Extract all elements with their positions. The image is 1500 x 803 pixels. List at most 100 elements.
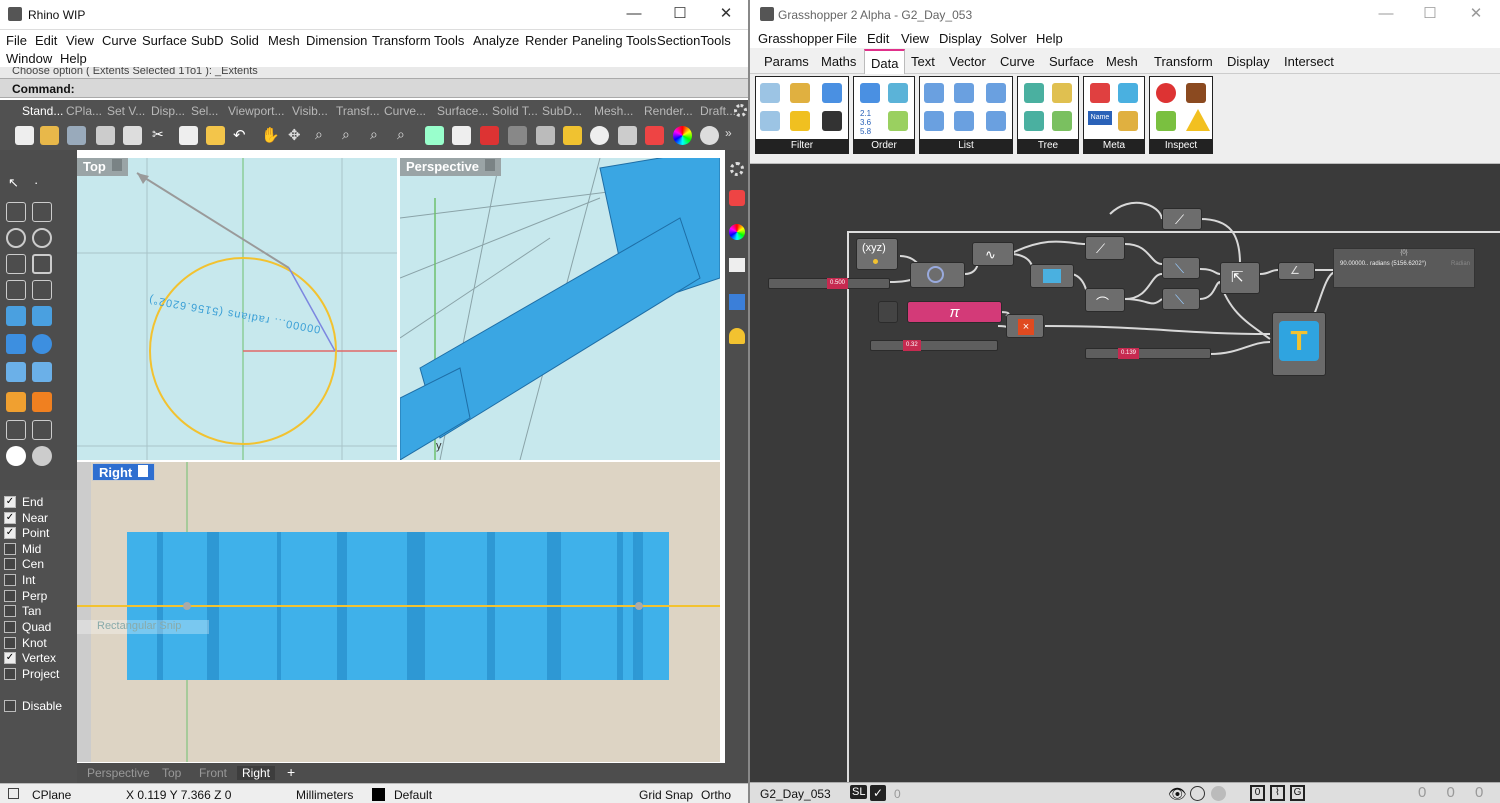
zero-toggle-icon[interactable]: 0 xyxy=(1250,785,1265,801)
zoom-extents-icon[interactable]: ⌕ xyxy=(370,126,389,145)
menu-tools[interactable]: Tools xyxy=(434,33,464,48)
car-render-icon[interactable] xyxy=(480,126,499,145)
menu-view[interactable]: View xyxy=(66,33,94,48)
rotate-view-icon[interactable]: ✥ xyxy=(288,126,307,145)
gate-icon[interactable] xyxy=(790,111,810,131)
gh-status-sl[interactable]: SL xyxy=(850,785,868,799)
command-line[interactable]: Command: xyxy=(0,78,750,98)
checkbox[interactable] xyxy=(4,636,16,649)
tab-display[interactable]: Disp... xyxy=(151,104,185,118)
checkbox[interactable] xyxy=(4,667,16,680)
gh-tab-display[interactable]: Display xyxy=(1227,54,1270,69)
arc-icon[interactable] xyxy=(6,254,26,274)
color-wheel-icon[interactable] xyxy=(673,126,692,145)
display-panel-icon[interactable] xyxy=(729,258,745,272)
copy-icon[interactable] xyxy=(179,126,198,145)
gh-tab-params[interactable]: Params xyxy=(764,54,809,69)
gh-menu-view[interactable]: View xyxy=(901,31,929,46)
curve-component[interactable]: ∿ xyxy=(972,242,1014,266)
vp-tab-front[interactable]: Front xyxy=(199,766,227,780)
rectangle-icon[interactable] xyxy=(32,254,52,274)
list-item-icon[interactable] xyxy=(924,83,944,103)
zoom-icon[interactable]: ⌕ xyxy=(315,126,334,145)
ungroup-icon[interactable] xyxy=(32,446,52,466)
pi-component[interactable]: π xyxy=(907,301,1002,323)
text-tag-component[interactable]: T xyxy=(1272,312,1326,376)
viewport-perspective[interactable]: y Perspective xyxy=(400,158,720,460)
circle-icon[interactable] xyxy=(6,228,26,248)
tab-subd-tools[interactable]: SubD... xyxy=(542,104,582,118)
cplane-checkbox-icon[interactable] xyxy=(8,788,19,799)
tab-render-tools[interactable]: Render... xyxy=(644,104,693,118)
gh-tab-intersect[interactable]: Intersect xyxy=(1284,54,1334,69)
menu-solid[interactable]: Solid xyxy=(230,33,259,48)
tab-standard[interactable]: Stand... xyxy=(22,104,63,118)
gh-close-icon[interactable]: ✕ xyxy=(1464,4,1488,24)
osnap-knot[interactable]: Knot xyxy=(4,635,47,650)
curve-icon[interactable] xyxy=(32,202,52,222)
gh-menu-display[interactable]: Display xyxy=(939,31,982,46)
explode-icon[interactable] xyxy=(6,392,26,412)
gh-maximize-icon[interactable]: ☐ xyxy=(1418,4,1442,24)
checkbox[interactable] xyxy=(4,620,16,633)
meta-value-icon[interactable] xyxy=(1118,111,1138,131)
osnap-perp[interactable]: Perp xyxy=(4,588,47,603)
angle-component[interactable]: ∠ xyxy=(1278,262,1315,280)
probe-icon[interactable] xyxy=(1156,83,1176,103)
vp-tab-top[interactable]: Top xyxy=(162,766,181,780)
flatten-icon[interactable] xyxy=(1052,83,1072,103)
light-panel-icon[interactable] xyxy=(729,328,745,344)
weave-icon[interactable] xyxy=(760,111,780,131)
move-icon[interactable] xyxy=(6,420,26,440)
menu-mesh[interactable]: Mesh xyxy=(268,33,300,48)
point-on-curve-component-2[interactable]: ⟍ xyxy=(1162,288,1200,310)
checkbox[interactable] xyxy=(4,604,16,617)
checkbox[interactable]: ✓ xyxy=(4,651,16,664)
metadata-icon[interactable] xyxy=(1090,83,1110,103)
four-viewports-icon[interactable] xyxy=(452,126,471,145)
checkbox[interactable] xyxy=(4,699,16,712)
gh-minimize-icon[interactable]: — xyxy=(1374,4,1398,24)
menu-window[interactable]: Window xyxy=(6,51,52,66)
gh-tab-mesh[interactable]: Mesh xyxy=(1106,54,1138,69)
save-icon[interactable] xyxy=(67,126,86,145)
cut-icon[interactable]: ✂ xyxy=(152,126,171,145)
status-cplane[interactable]: CPlane xyxy=(32,788,71,802)
point-on-curve-component-1[interactable]: ⟍ xyxy=(1162,257,1200,279)
select-icon[interactable] xyxy=(425,126,444,145)
osnap-cen[interactable]: Cen xyxy=(4,556,44,571)
add-tab-button[interactable]: + xyxy=(287,764,295,780)
status-layer[interactable]: Default xyxy=(394,788,432,802)
checkbox[interactable] xyxy=(4,557,16,570)
import-icon[interactable] xyxy=(123,126,142,145)
barrel-icon[interactable] xyxy=(1186,83,1206,103)
snap-icon[interactable] xyxy=(536,126,555,145)
viewport-title-right[interactable]: Right xyxy=(92,463,156,481)
box-icon[interactable] xyxy=(6,334,26,354)
menu-curve[interactable]: Curve xyxy=(102,33,137,48)
warning-icon[interactable] xyxy=(1186,109,1210,131)
gh-menu-help[interactable]: Help xyxy=(1036,31,1063,46)
help-panel-icon[interactable] xyxy=(729,294,745,310)
inspect-magnifier-icon[interactable] xyxy=(1156,111,1176,131)
menu-paneling-tools[interactable]: Paneling Tools xyxy=(572,33,656,48)
tab-set-view[interactable]: Set V... xyxy=(107,104,145,118)
checkbox[interactable] xyxy=(4,589,16,602)
polyline-icon[interactable] xyxy=(6,202,26,222)
gh-check-icon[interactable]: ✓ xyxy=(870,785,886,801)
sphere-preview-icon[interactable] xyxy=(1211,786,1226,801)
branch-toggle-icon[interactable]: ⌇ xyxy=(1270,785,1285,801)
gh-tab-vector[interactable]: Vector xyxy=(949,54,986,69)
loft-icon[interactable] xyxy=(32,306,52,326)
sort-icon[interactable] xyxy=(860,83,880,103)
checkbox[interactable] xyxy=(4,573,16,586)
reverse-icon[interactable] xyxy=(888,111,908,131)
status-grid-snap[interactable]: Grid Snap xyxy=(639,788,693,802)
pan-hand-icon[interactable]: ✋ xyxy=(261,126,280,145)
dispatch-icon[interactable] xyxy=(760,83,780,103)
fillet-icon[interactable] xyxy=(32,280,52,300)
sphere-icon[interactable] xyxy=(700,126,719,145)
tab-transform[interactable]: Transf... xyxy=(336,104,380,118)
tab-select[interactable]: Sel... xyxy=(191,104,218,118)
trim-icon[interactable] xyxy=(32,392,52,412)
